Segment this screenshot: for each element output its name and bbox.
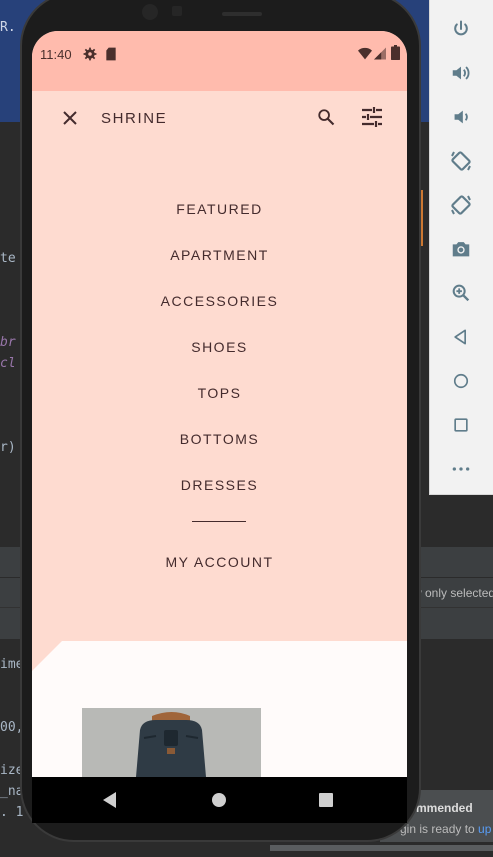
back-button[interactable] (446, 322, 476, 352)
rotate-right-button[interactable] (446, 190, 476, 220)
rotate-left-button[interactable] (446, 146, 476, 176)
ide-code-fragment: te (0, 251, 16, 266)
ide-scrollbar[interactable] (270, 845, 493, 851)
back-icon (103, 792, 116, 808)
overview-icon (319, 793, 333, 807)
menu-item-accessories[interactable]: ACCESSORIES (32, 293, 407, 309)
search-button[interactable] (312, 103, 340, 131)
settings-icon (83, 47, 97, 61)
zoom-button[interactable] (446, 278, 476, 308)
volume-up-icon (452, 66, 470, 80)
filter-button[interactable] (357, 102, 387, 132)
emulator-toolbar (429, 0, 493, 495)
wifi-icon (358, 47, 372, 60)
volume-up-button[interactable] (446, 58, 476, 88)
overview-button[interactable] (446, 410, 476, 440)
screenshot-button[interactable] (446, 234, 476, 264)
overview-icon (454, 418, 468, 432)
menu-divider (192, 521, 246, 522)
more-button[interactable] (446, 454, 476, 484)
sd-card-icon (106, 47, 116, 61)
home-icon (453, 373, 469, 389)
menu-item-tops[interactable]: TOPS (32, 385, 407, 401)
ide-top-text: R. (0, 20, 16, 35)
tune-icon (362, 107, 382, 127)
view-only-selected-toggle[interactable]: w only selected (413, 586, 493, 600)
more-icon (452, 467, 470, 471)
device-screen: 11:40 SHRINE FEATURED APARTMENT ACCESSOR… (32, 31, 407, 777)
zoom-icon (452, 284, 470, 302)
menu-item-apartment[interactable]: APARTMENT (32, 247, 407, 263)
power-button[interactable] (446, 14, 476, 44)
menu-item-my-account[interactable]: MY ACCOUNT (32, 554, 407, 570)
notification-text: gin is ready to (400, 822, 479, 836)
front-camera (142, 4, 158, 20)
power-icon (454, 20, 468, 36)
menu-item-dresses[interactable]: DRESSES (32, 477, 407, 493)
console-fragment: . 1 (0, 805, 24, 820)
camera-icon (452, 242, 470, 257)
battery-icon (391, 45, 400, 60)
nav-back-button[interactable] (90, 777, 130, 823)
notification-title: mmended (416, 801, 473, 815)
close-icon (63, 111, 77, 125)
back-icon (454, 329, 466, 345)
search-icon (318, 109, 335, 126)
signal-icon (374, 47, 386, 60)
nav-overview-button[interactable] (306, 777, 346, 823)
product-image-backpack[interactable] (82, 708, 261, 777)
menu-item-shoes[interactable]: SHOES (32, 339, 407, 355)
ide-code-fragment: cl (0, 356, 16, 371)
status-time: 11:40 (40, 47, 72, 62)
ide-code-fragment: br (0, 335, 16, 350)
menu-item-featured[interactable]: FEATURED (32, 201, 407, 217)
status-bar: 11:40 (32, 31, 407, 91)
home-button[interactable] (446, 366, 476, 396)
home-icon (212, 793, 226, 807)
notification-body: gin is ready to up (400, 822, 491, 836)
app-title: SHRINE (101, 110, 168, 127)
volume-down-button[interactable] (446, 102, 476, 132)
rotate-left-icon (451, 151, 471, 171)
app-bar (32, 91, 407, 147)
volume-down-icon (454, 110, 468, 124)
front-sensor (172, 6, 182, 16)
nav-home-button[interactable] (199, 777, 239, 823)
android-nav-bar (32, 777, 407, 823)
earpiece-speaker (222, 12, 262, 16)
ide-code-fragment: r) (0, 440, 16, 455)
notification-link[interactable]: up (478, 822, 491, 836)
rotate-right-icon (451, 195, 471, 215)
backpack-image (82, 708, 261, 777)
menu-item-bottoms[interactable]: BOTTOMS (32, 431, 407, 447)
close-button[interactable] (56, 104, 84, 132)
